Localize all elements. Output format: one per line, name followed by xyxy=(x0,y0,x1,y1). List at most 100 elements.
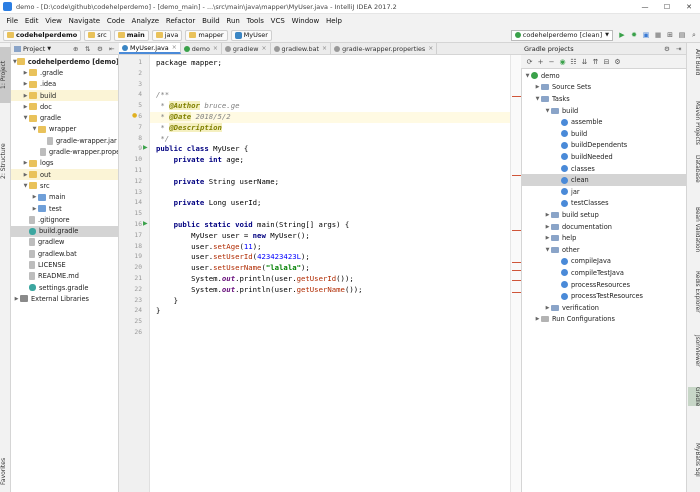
chevron-right-icon[interactable]: ▶ xyxy=(31,194,38,200)
chevron-right-icon[interactable]: ▶ xyxy=(544,224,551,230)
tree-item[interactable]: README.md xyxy=(11,271,118,282)
menu-vcs[interactable]: VCS xyxy=(267,17,288,25)
error-stripe-mark[interactable] xyxy=(512,280,521,281)
chevron-right-icon[interactable]: ▶ xyxy=(534,316,541,322)
debug-icon[interactable]: ✹ xyxy=(628,30,640,41)
error-stripe[interactable] xyxy=(510,55,521,492)
sdk-icon[interactable]: ▤ xyxy=(676,30,688,41)
error-stripe-mark[interactable] xyxy=(512,175,521,176)
menu-tools[interactable]: Tools xyxy=(243,17,267,25)
run-configuration-select[interactable]: codehelperdemo [clean] ▼ xyxy=(510,29,613,41)
execute-task-icon[interactable]: ◉ xyxy=(557,58,568,66)
error-stripe-mark[interactable] xyxy=(512,230,521,231)
gradle-tree-item[interactable]: buildNeeded xyxy=(522,151,687,163)
chevron-right-icon[interactable]: ▶ xyxy=(22,70,29,76)
editor-tab[interactable]: gradle-wrapper.properties × xyxy=(331,43,438,54)
stop-icon[interactable]: ■ xyxy=(652,30,664,41)
tree-item[interactable]: ▼ wrapper xyxy=(11,124,118,135)
gradle-tree-item[interactable]: compileTestJava xyxy=(522,267,687,279)
tool-tab-favorites[interactable]: Favorites xyxy=(0,451,11,491)
gear-icon[interactable]: ⚙ xyxy=(664,45,676,53)
hide-icon[interactable]: ⇤ xyxy=(109,45,119,53)
tree-item[interactable]: ▶ doc xyxy=(11,101,118,112)
chevron-right-icon[interactable]: ▶ xyxy=(534,84,541,90)
tool-tab-jsonviewer[interactable]: JsonViewer xyxy=(688,335,700,367)
run-icon[interactable]: ▶ xyxy=(616,30,628,41)
coverage-icon[interactable]: ▣ xyxy=(640,30,652,41)
tool-tab-redis-explorer[interactable]: Redis Explorer xyxy=(688,271,700,313)
menu-help[interactable]: Help xyxy=(323,17,346,25)
tree-item[interactable]: ▶ .idea xyxy=(11,79,118,90)
error-stripe-mark[interactable] xyxy=(512,96,521,97)
chevron-right-icon[interactable]: ▶ xyxy=(22,172,29,178)
breadcrumb-project[interactable]: codehelperdemo xyxy=(3,29,82,41)
gradle-tree-item[interactable]: compileJava xyxy=(522,256,687,268)
tool-tab-project[interactable]: 1: Project xyxy=(0,47,11,103)
tree-item[interactable]: settings.gradle xyxy=(11,282,118,293)
chevron-right-icon[interactable]: ▶ xyxy=(22,93,29,99)
chevron-right-icon[interactable]: ▶ xyxy=(544,305,551,311)
chevron-right-icon[interactable]: ▶ xyxy=(544,235,551,241)
breadcrumb-src[interactable]: src xyxy=(84,29,111,41)
chevron-down-icon[interactable]: ▼ xyxy=(544,247,551,253)
tool-tab-gradle[interactable]: Gradle xyxy=(688,387,700,407)
tree-item[interactable]: ▼codehelperdemo [demo]D:\code\github\... xyxy=(11,56,118,67)
menu-view[interactable]: View xyxy=(42,17,65,25)
gradle-tree-item[interactable]: ▶ build setup xyxy=(522,209,687,221)
menu-edit[interactable]: Edit xyxy=(22,17,42,25)
tree-item[interactable]: .gitignore xyxy=(11,214,118,225)
chevron-down-icon[interactable]: ▼ xyxy=(544,108,551,114)
gradle-tree-item[interactable]: buildDependents xyxy=(522,140,687,152)
chevron-right-icon[interactable]: ▶ xyxy=(22,81,29,87)
minimize-button[interactable]: — xyxy=(634,3,656,11)
gradle-tree-item[interactable]: ▶ verification xyxy=(522,302,687,314)
tool-tab-structure[interactable]: 2: Structure xyxy=(0,137,11,185)
close-icon[interactable]: × xyxy=(172,44,177,51)
maximize-button[interactable]: ☐ xyxy=(656,3,678,11)
tree-item[interactable]: ▶ out xyxy=(11,169,118,181)
tool-tab-ant-build[interactable]: Ant Build xyxy=(688,49,700,75)
editor-tab[interactable]: demo × xyxy=(181,43,222,54)
gradle-tree-item[interactable]: processTestResources xyxy=(522,290,687,302)
tool-tab-database[interactable]: Database xyxy=(688,155,700,183)
show-dependencies-icon[interactable]: ⊟ xyxy=(601,58,612,66)
chevron-down-icon[interactable]: ▼ xyxy=(31,126,38,132)
collapse-all-icon[interactable]: ⇅ xyxy=(85,45,97,53)
gradle-tree-item[interactable]: jar xyxy=(522,186,687,198)
gradle-tree-item[interactable]: ▶ documentation xyxy=(522,221,687,233)
run-gutter-icon[interactable]: ▶ xyxy=(143,144,148,151)
chevron-down-icon[interactable]: ▼ xyxy=(47,46,51,52)
tree-item[interactable]: ▶ build xyxy=(11,89,118,102)
gradle-tree-item[interactable]: ▼ Tasks xyxy=(522,93,687,105)
chevron-down-icon[interactable]: ▼ xyxy=(22,115,29,121)
locate-icon[interactable]: ⊕ xyxy=(73,45,85,53)
tree-item[interactable]: ▶ main xyxy=(11,192,118,203)
project-structure-icon[interactable]: ⊞ xyxy=(664,30,676,41)
tree-item[interactable]: LICENSE xyxy=(11,259,118,270)
error-stripe-mark[interactable] xyxy=(512,270,521,271)
add-icon[interactable]: + xyxy=(535,58,546,66)
gradle-tree-item[interactable]: ▶ Source Sets xyxy=(522,82,687,94)
chevron-right-icon[interactable]: ▶ xyxy=(31,206,38,212)
tool-tab-maven-projects[interactable]: Maven Projects xyxy=(688,101,700,145)
gradle-tree-item[interactable]: ▼ demo xyxy=(522,70,687,82)
code-editor[interactable]: package mapper; /** * @Author bruce.ge * … xyxy=(150,55,510,492)
close-icon[interactable]: × xyxy=(261,45,266,52)
chevron-down-icon[interactable]: ▼ xyxy=(22,183,29,189)
menu-window[interactable]: Window xyxy=(288,17,322,25)
remove-icon[interactable]: − xyxy=(546,58,557,66)
gear-icon[interactable]: ⚙ xyxy=(97,45,109,53)
chevron-right-icon[interactable]: ▶ xyxy=(22,160,29,166)
gradle-tree-item[interactable]: classes xyxy=(522,163,687,175)
breadcrumb-java[interactable]: java xyxy=(151,29,183,41)
breadcrumb-mapper[interactable]: mapper xyxy=(185,29,228,41)
gradle-tree-item[interactable]: ▼ other xyxy=(522,244,687,256)
chevron-right-icon[interactable]: ▶ xyxy=(544,212,551,218)
editor-tab[interactable]: gradlew.bat × xyxy=(271,43,332,54)
error-stripe-mark[interactable] xyxy=(512,292,521,293)
breadcrumb-myuser[interactable]: MyUser xyxy=(230,29,272,41)
refresh-icon[interactable]: ⟳ xyxy=(524,58,535,66)
tree-item[interactable]: build.gradle xyxy=(11,225,118,237)
tree-item[interactable]: gradlew.bat xyxy=(11,248,118,259)
menu-refactor[interactable]: Refactor xyxy=(163,17,199,25)
